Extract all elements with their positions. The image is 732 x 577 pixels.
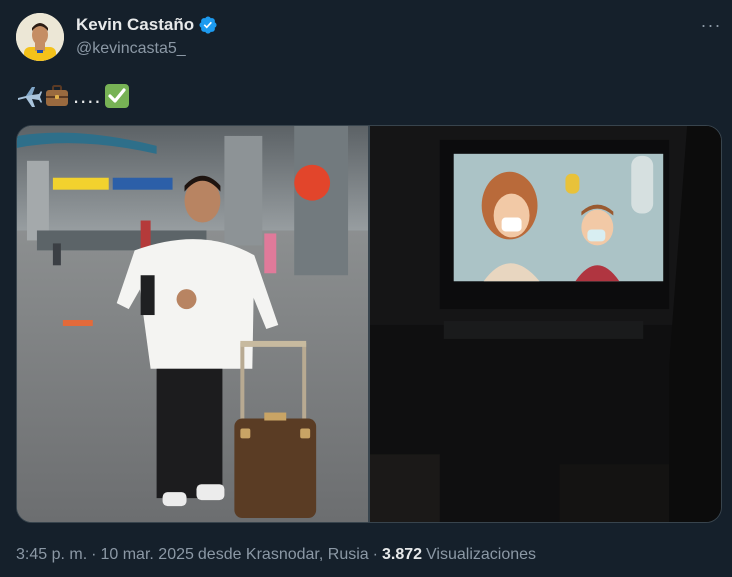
avatar-photo-icon bbox=[16, 13, 64, 61]
tweet-location: desde Krasnodar, Rusia bbox=[197, 546, 369, 563]
avatar[interactable] bbox=[16, 13, 64, 61]
author-handle[interactable]: @kevincasta5_ bbox=[76, 40, 186, 58]
tweet: Kevin Castaño @kevincasta5_ ··· .... 3:4… bbox=[0, 0, 732, 577]
more-options-button[interactable]: ··· bbox=[700, 14, 722, 36]
more-dots-icon: ··· bbox=[700, 14, 722, 35]
tweet-text: .... bbox=[16, 80, 130, 112]
tweet-date-link[interactable]: 10 mar. 2025 bbox=[100, 546, 193, 564]
media-grid bbox=[16, 125, 722, 523]
views-count: 3.872 bbox=[382, 546, 423, 563]
in-flight-screen-photo-icon bbox=[370, 126, 721, 522]
airport-photo-icon bbox=[17, 126, 368, 522]
media-photo-airport[interactable] bbox=[17, 126, 368, 522]
meta-separator-views: · bbox=[372, 546, 378, 563]
views-label: Visualizaciones bbox=[426, 546, 537, 563]
airplane-emoji-icon bbox=[16, 83, 42, 109]
author-name-row: Kevin Castaño bbox=[76, 14, 218, 36]
tweet-meta: 3:45 p. m. · 10 mar. 2025 desde Krasnoda… bbox=[16, 546, 536, 564]
check-mark-emoji-icon bbox=[104, 83, 130, 109]
briefcase-emoji-icon bbox=[44, 83, 70, 109]
verified-badge-icon[interactable] bbox=[198, 15, 218, 35]
display-name[interactable]: Kevin Castaño bbox=[76, 15, 194, 35]
tweet-dots: .... bbox=[73, 83, 102, 108]
tweet-time-link[interactable]: 3:45 p. m. bbox=[16, 546, 87, 564]
meta-separator: · bbox=[91, 546, 97, 563]
media-photo-plane-screen[interactable] bbox=[370, 126, 721, 522]
